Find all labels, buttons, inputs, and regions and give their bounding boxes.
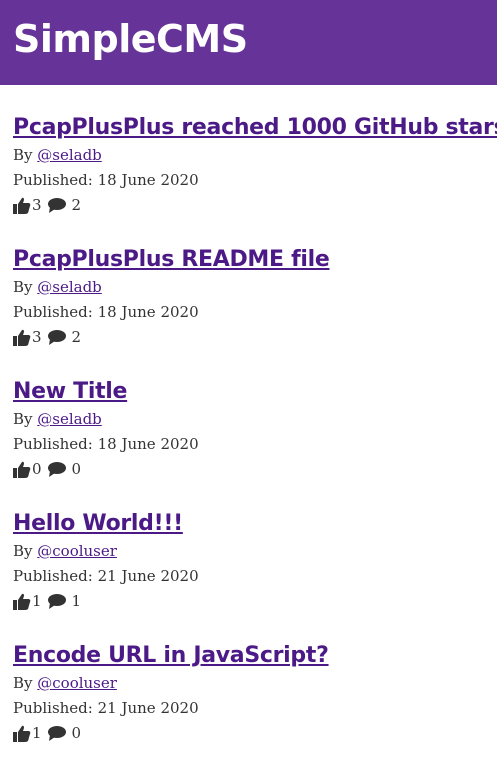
comment-count: 0 — [71, 460, 82, 478]
by-label: By — [13, 278, 38, 296]
comment-icon[interactable] — [47, 198, 66, 213]
post-item: PcapPlusPlus reached 1000 GitHub stars B… — [13, 113, 497, 245]
thumbs-up-icon[interactable] — [13, 725, 31, 742]
like-count: 1 — [32, 724, 42, 742]
like-count: 1 — [32, 592, 42, 610]
post-date-line: Published: 18 June 2020 — [13, 168, 497, 193]
post-item: PcapPlusPlus README file By @seladb Publ… — [13, 245, 497, 377]
post-item: Hello World!!! By @cooluser Published: 2… — [13, 509, 497, 641]
site-header: SimpleCMS — [0, 0, 497, 85]
comment-count: 2 — [71, 328, 82, 346]
post-title-link[interactable]: Encode URL in JavaScript? — [13, 641, 497, 671]
post-author-line: By @cooluser — [13, 671, 497, 696]
post-title-link[interactable]: Hello World!!! — [13, 509, 497, 539]
post-date: 18 June 2020 — [97, 303, 199, 321]
post-stats: 3 2 — [13, 325, 497, 350]
post-title-link[interactable]: PcapPlusPlus reached 1000 GitHub stars — [13, 113, 497, 143]
post-date-line: Published: 18 June 2020 — [13, 432, 497, 457]
post-author-line: By @seladb — [13, 275, 497, 300]
post-item: Encode URL in JavaScript? By @cooluser P… — [13, 641, 497, 773]
post-author-line: By @seladb — [13, 143, 497, 168]
post-title-link[interactable]: New Title — [13, 377, 497, 407]
comment-count: 2 — [71, 196, 82, 214]
like-count: 3 — [32, 196, 42, 214]
published-label: Published: — [13, 171, 98, 189]
post-stats: 3 2 — [13, 193, 497, 218]
post-stats: 1 0 — [13, 721, 497, 746]
post-list: PcapPlusPlus reached 1000 GitHub stars B… — [0, 85, 497, 773]
author-link[interactable]: @cooluser — [37, 674, 117, 692]
comment-count: 1 — [71, 592, 82, 610]
post-date: 21 June 2020 — [97, 567, 199, 585]
by-label: By — [13, 146, 38, 164]
published-label: Published: — [13, 303, 98, 321]
thumbs-up-icon[interactable] — [13, 329, 31, 346]
comment-icon[interactable] — [47, 330, 66, 345]
post-date-line: Published: 18 June 2020 — [13, 300, 497, 325]
by-label: By — [13, 542, 38, 560]
comment-icon[interactable] — [47, 462, 66, 477]
post-stats: 1 1 — [13, 589, 497, 614]
by-label: By — [13, 674, 38, 692]
post-date-line: Published: 21 June 2020 — [13, 564, 497, 589]
post-author-line: By @seladb — [13, 407, 497, 432]
post-date: 18 June 2020 — [97, 171, 199, 189]
comment-icon[interactable] — [47, 594, 66, 609]
like-count: 3 — [32, 328, 42, 346]
post-author-line: By @cooluser — [13, 539, 497, 564]
published-label: Published: — [13, 699, 98, 717]
author-link[interactable]: @seladb — [37, 410, 102, 428]
author-link[interactable]: @seladb — [37, 146, 102, 164]
author-link[interactable]: @cooluser — [37, 542, 117, 560]
published-label: Published: — [13, 435, 98, 453]
comment-icon[interactable] — [47, 726, 66, 741]
author-link[interactable]: @seladb — [37, 278, 102, 296]
post-item: New Title By @seladb Published: 18 June … — [13, 377, 497, 509]
site-title[interactable]: SimpleCMS — [13, 20, 248, 58]
post-date: 21 June 2020 — [97, 699, 199, 717]
thumbs-up-icon[interactable] — [13, 593, 31, 610]
like-count: 0 — [32, 460, 42, 478]
thumbs-up-icon[interactable] — [13, 461, 31, 478]
post-date: 18 June 2020 — [97, 435, 199, 453]
post-title-link[interactable]: PcapPlusPlus README file — [13, 245, 497, 275]
by-label: By — [13, 410, 38, 428]
post-stats: 0 0 — [13, 457, 497, 482]
thumbs-up-icon[interactable] — [13, 197, 31, 214]
published-label: Published: — [13, 567, 98, 585]
post-date-line: Published: 21 June 2020 — [13, 696, 497, 721]
comment-count: 0 — [71, 724, 82, 742]
